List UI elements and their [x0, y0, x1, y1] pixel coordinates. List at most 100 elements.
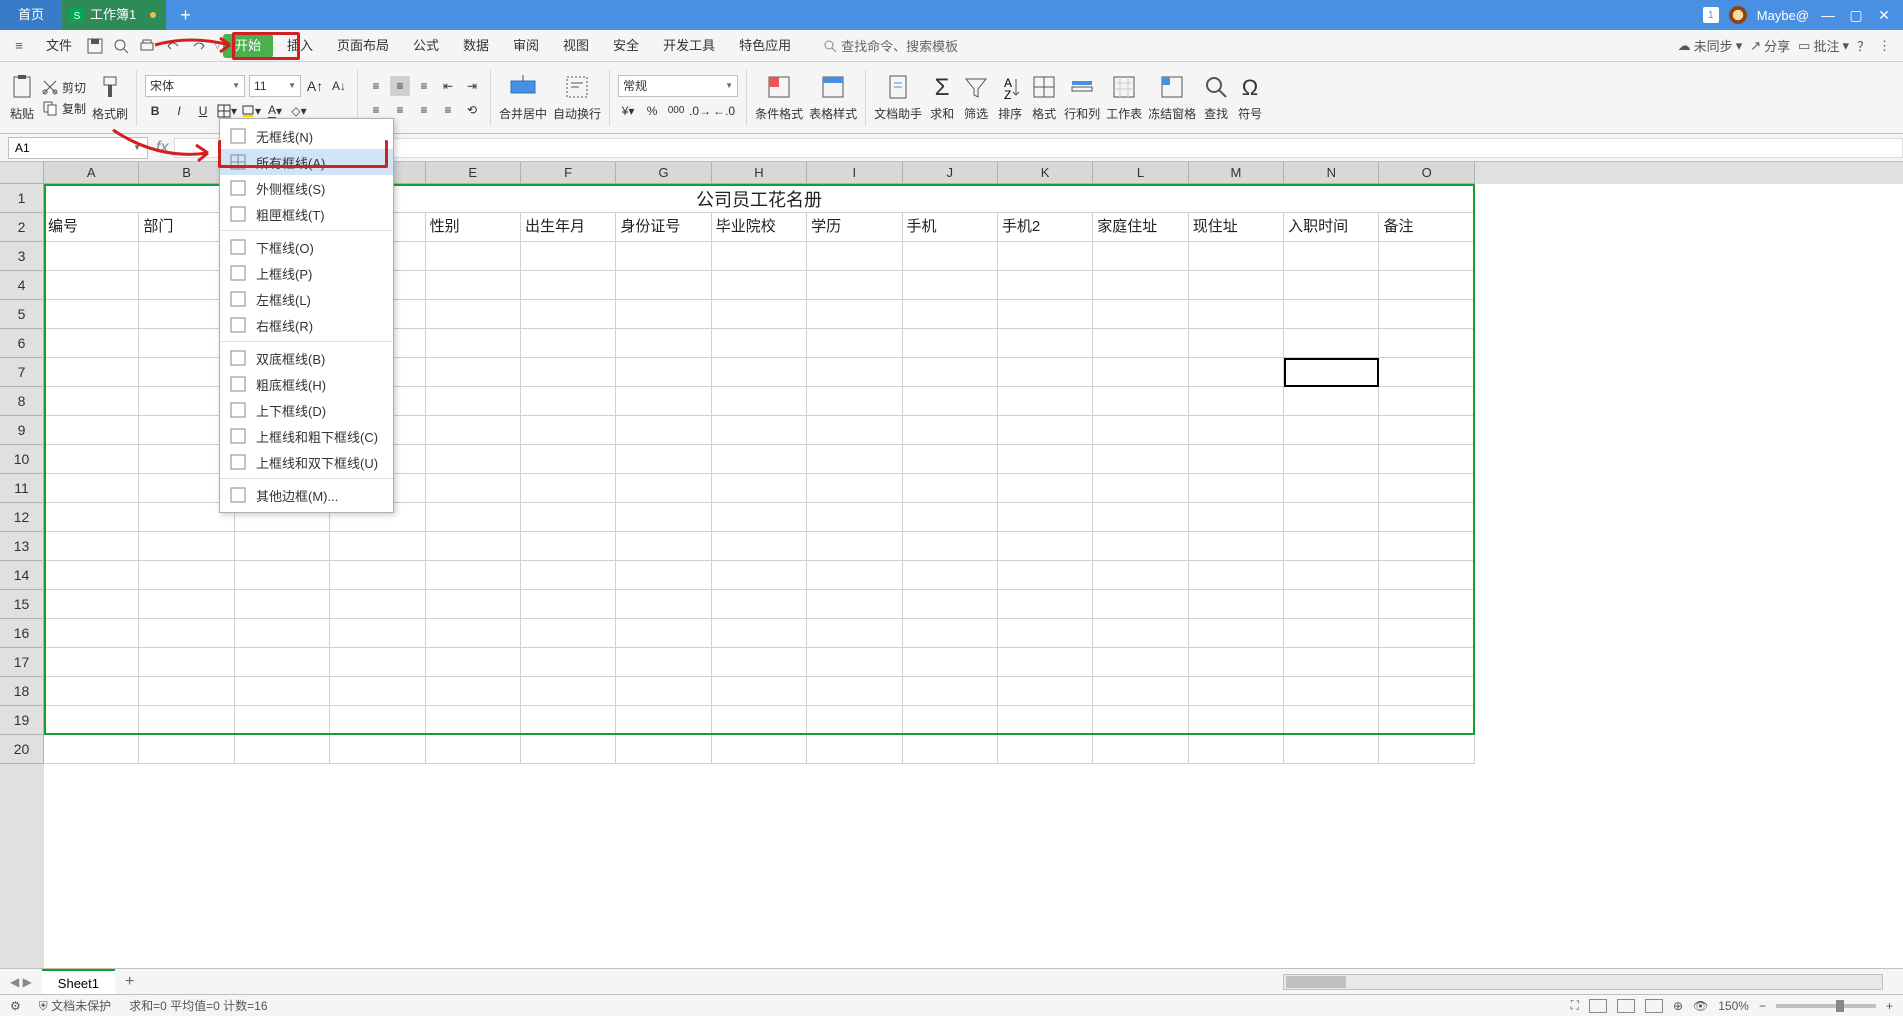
cell[interactable] — [903, 532, 998, 561]
cell[interactable] — [330, 706, 425, 735]
cell[interactable] — [1093, 677, 1188, 706]
cell[interactable] — [1093, 735, 1188, 764]
cell[interactable] — [616, 358, 711, 387]
tab-pagelayout[interactable]: 页面布局 — [325, 30, 401, 62]
cell[interactable] — [903, 619, 998, 648]
border-menu-item[interactable]: 上框线(P) — [220, 260, 393, 286]
cell[interactable] — [1379, 590, 1474, 619]
cell[interactable] — [807, 445, 902, 474]
row-header-15[interactable]: 15 — [0, 590, 44, 619]
row-header-10[interactable]: 10 — [0, 445, 44, 474]
align-mid-icon[interactable]: ≡ — [390, 76, 410, 96]
cell[interactable] — [616, 329, 711, 358]
cell[interactable] — [44, 387, 139, 416]
doc-protect-status[interactable]: ⛨ 文档未保护 — [39, 997, 111, 1014]
cell[interactable] — [712, 503, 807, 532]
align-right-icon[interactable]: ≡ — [414, 100, 434, 120]
font-size-select[interactable]: 11▼ — [249, 75, 301, 97]
cell[interactable] — [521, 735, 616, 764]
cell[interactable] — [1284, 503, 1379, 532]
col-header-L[interactable]: L — [1093, 162, 1188, 184]
document-tab[interactable]: S 工作簿1 — [62, 0, 166, 30]
row-header-7[interactable]: 7 — [0, 358, 44, 387]
cell[interactable] — [1284, 532, 1379, 561]
cut-button[interactable]: 剪切 — [42, 79, 86, 96]
cell[interactable] — [330, 648, 425, 677]
cell[interactable] — [1379, 271, 1474, 300]
cell[interactable] — [712, 474, 807, 503]
row-header-9[interactable]: 9 — [0, 416, 44, 445]
cell[interactable] — [1379, 619, 1474, 648]
border-menu-item[interactable]: 外侧框线(S) — [220, 175, 393, 201]
orientation-icon[interactable]: ⟲ — [462, 100, 482, 120]
tab-data[interactable]: 数据 — [451, 30, 501, 62]
cell[interactable] — [330, 590, 425, 619]
cell[interactable] — [1189, 300, 1284, 329]
cell[interactable] — [1189, 271, 1284, 300]
cell[interactable] — [807, 590, 902, 619]
cell[interactable] — [1284, 474, 1379, 503]
cell[interactable] — [330, 677, 425, 706]
cell[interactable] — [44, 445, 139, 474]
row-header-16[interactable]: 16 — [0, 619, 44, 648]
cell[interactable] — [426, 242, 521, 271]
cell[interactable] — [235, 735, 330, 764]
cell[interactable] — [1189, 329, 1284, 358]
tab-start[interactable]: 开始 — [223, 34, 273, 58]
fx-icon[interactable]: fx — [156, 139, 168, 157]
cell[interactable] — [1379, 503, 1474, 532]
cell[interactable] — [426, 561, 521, 590]
cell[interactable] — [44, 242, 139, 271]
cell[interactable] — [998, 474, 1093, 503]
header-cell[interactable]: 编号 — [44, 213, 139, 242]
cell[interactable] — [426, 387, 521, 416]
cell[interactable] — [44, 532, 139, 561]
comment-button[interactable]: ▭ 批注 ▾ — [1798, 36, 1849, 55]
cell[interactable] — [1189, 532, 1284, 561]
cell[interactable] — [903, 735, 998, 764]
cell[interactable] — [998, 503, 1093, 532]
col-header-M[interactable]: M — [1189, 162, 1284, 184]
cell[interactable] — [44, 358, 139, 387]
tab-insert[interactable]: 插入 — [275, 30, 325, 62]
cell[interactable] — [903, 648, 998, 677]
cell[interactable] — [1093, 619, 1188, 648]
cell[interactable] — [616, 619, 711, 648]
cell[interactable] — [616, 735, 711, 764]
cell[interactable] — [1093, 503, 1188, 532]
row-header-6[interactable]: 6 — [0, 329, 44, 358]
border-menu-item[interactable]: 无框线(N) — [220, 123, 393, 149]
cell[interactable] — [139, 735, 234, 764]
wrap-text-button[interactable]: 自动换行 — [553, 73, 601, 122]
cell[interactable] — [1093, 358, 1188, 387]
cell[interactable] — [521, 300, 616, 329]
cell[interactable] — [998, 445, 1093, 474]
cell[interactable] — [1379, 532, 1474, 561]
row-header-20[interactable]: 20 — [0, 735, 44, 764]
cell[interactable] — [998, 329, 1093, 358]
cell[interactable] — [616, 561, 711, 590]
currency-icon[interactable]: ¥▾ — [618, 101, 638, 121]
cell[interactable] — [426, 648, 521, 677]
cell[interactable] — [903, 242, 998, 271]
cell[interactable] — [44, 300, 139, 329]
cell[interactable] — [616, 387, 711, 416]
filter-button[interactable]: 筛选 — [962, 73, 990, 122]
cell[interactable] — [235, 706, 330, 735]
cell[interactable] — [807, 474, 902, 503]
settings-icon[interactable]: ⚙ — [10, 999, 21, 1013]
cell[interactable] — [616, 445, 711, 474]
cell[interactable] — [1189, 416, 1284, 445]
cell[interactable] — [1284, 619, 1379, 648]
header-cell[interactable]: 入职时间 — [1284, 213, 1379, 242]
cell[interactable] — [807, 271, 902, 300]
border-menu-item[interactable]: 上框线和双下框线(U) — [220, 449, 393, 475]
save-icon[interactable] — [84, 35, 106, 57]
underline-button[interactable]: U — [193, 101, 213, 121]
cell[interactable] — [1093, 648, 1188, 677]
cell[interactable] — [139, 677, 234, 706]
cell[interactable] — [521, 706, 616, 735]
cell[interactable] — [712, 242, 807, 271]
header-cell[interactable]: 出生年月 — [521, 213, 616, 242]
cell[interactable] — [1284, 735, 1379, 764]
